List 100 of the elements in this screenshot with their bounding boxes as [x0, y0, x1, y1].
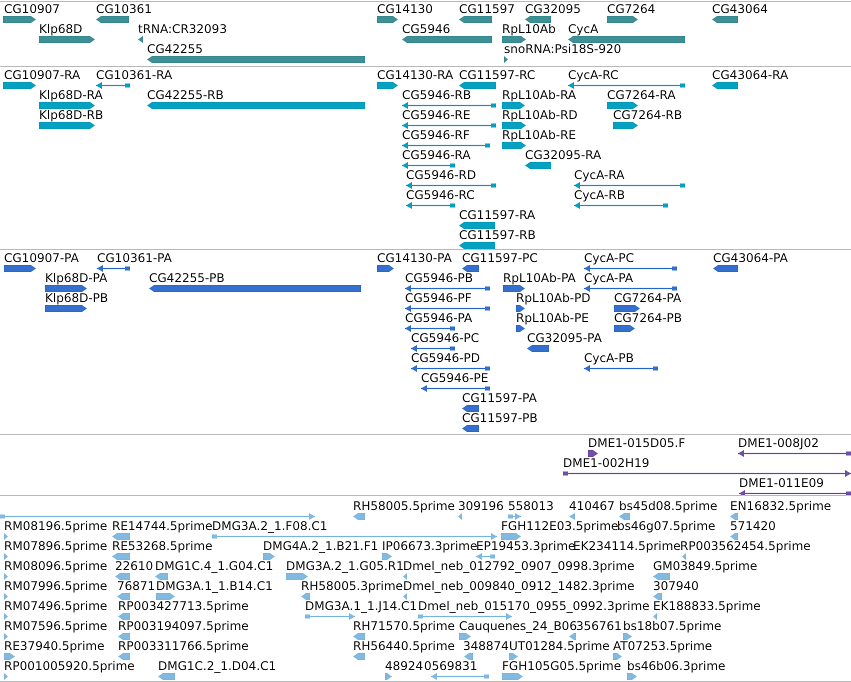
est-glyph[interactable]: [653, 613, 657, 620]
gene-glyph[interactable]: [39, 36, 95, 43]
transcript-glyph[interactable]: [406, 202, 455, 209]
clone-glyph[interactable]: [738, 450, 851, 457]
transcript-glyph[interactable]: [459, 242, 495, 249]
transcript-glyph[interactable]: [402, 162, 455, 169]
est-glyph[interactable]: [4, 553, 8, 560]
est-glyph[interactable]: [156, 593, 175, 600]
est-glyph[interactable]: [4, 633, 8, 640]
clone-glyph[interactable]: [563, 470, 851, 477]
protein-glyph[interactable]: [4, 265, 36, 272]
est-glyph[interactable]: [117, 593, 130, 600]
est-glyph[interactable]: [569, 633, 576, 640]
transcript-glyph[interactable]: [402, 122, 496, 129]
protein-glyph[interactable]: [411, 345, 455, 352]
gene-glyph[interactable]: [525, 16, 551, 23]
protein-glyph[interactable]: [527, 345, 549, 352]
est-glyph[interactable]: [0, 513, 315, 520]
est-glyph[interactable]: [305, 613, 355, 620]
est-glyph[interactable]: [613, 653, 622, 660]
transcript-glyph[interactable]: [568, 82, 685, 89]
protein-glyph[interactable]: [503, 285, 525, 292]
protein-glyph[interactable]: [377, 265, 394, 272]
protein-glyph[interactable]: [405, 285, 490, 292]
protein-glyph[interactable]: [713, 265, 738, 272]
est-glyph[interactable]: [653, 593, 662, 600]
clone-glyph[interactable]: [739, 490, 851, 495]
est-glyph[interactable]: [476, 553, 495, 560]
protein-glyph[interactable]: [462, 405, 479, 412]
protein-glyph[interactable]: [97, 265, 130, 272]
protein-glyph[interactable]: [584, 265, 677, 272]
gene-glyph[interactable]: [377, 16, 398, 23]
transcript-glyph[interactable]: [613, 122, 638, 129]
transcript-glyph[interactable]: [607, 102, 638, 109]
est-glyph[interactable]: [431, 673, 489, 680]
transcript-glyph[interactable]: [502, 142, 526, 149]
transcript-glyph[interactable]: [502, 102, 525, 109]
transcript-glyph[interactable]: [377, 82, 398, 89]
est-glyph[interactable]: [263, 553, 275, 560]
gene-glyph[interactable]: [459, 16, 492, 23]
est-glyph[interactable]: [509, 653, 518, 660]
est-glyph[interactable]: [118, 613, 130, 620]
est-glyph[interactable]: [155, 573, 168, 580]
est-glyph[interactable]: [418, 613, 512, 620]
est-glyph[interactable]: [118, 653, 130, 660]
est-glyph[interactable]: [118, 633, 130, 640]
protein-glyph[interactable]: [405, 305, 490, 312]
gene-glyph[interactable]: [568, 36, 685, 43]
protein-glyph[interactable]: [462, 265, 479, 272]
est-glyph[interactable]: [502, 673, 523, 680]
gene-glyph[interactable]: [3, 16, 36, 23]
est-glyph[interactable]: [501, 533, 521, 540]
est-glyph[interactable]: [458, 513, 462, 520]
gene-glyph[interactable]: [504, 56, 508, 63]
transcript-glyph[interactable]: [574, 182, 685, 189]
est-glyph[interactable]: [353, 653, 365, 660]
est-glyph[interactable]: [403, 573, 407, 580]
est-glyph[interactable]: [382, 553, 392, 560]
est-glyph[interactable]: [385, 673, 392, 680]
transcript-glyph[interactable]: [39, 102, 95, 109]
transcript-glyph[interactable]: [96, 82, 130, 89]
protein-glyph[interactable]: [516, 325, 525, 332]
est-glyph[interactable]: [619, 513, 630, 520]
est-glyph[interactable]: [4, 533, 8, 540]
transcript-glyph[interactable]: [402, 142, 490, 149]
transcript-glyph[interactable]: [712, 82, 738, 89]
gene-glyph[interactable]: [96, 16, 129, 23]
est-glyph[interactable]: [301, 593, 310, 600]
protein-glyph[interactable]: [421, 385, 490, 392]
est-glyph[interactable]: [569, 513, 575, 520]
est-glyph[interactable]: [115, 573, 130, 580]
transcript-glyph[interactable]: [459, 222, 495, 229]
protein-glyph[interactable]: [45, 285, 87, 292]
protein-glyph[interactable]: [614, 305, 640, 312]
est-glyph[interactable]: [464, 653, 473, 660]
est-glyph[interactable]: [653, 573, 670, 580]
est-glyph[interactable]: [4, 613, 8, 620]
gene-glyph[interactable]: [402, 36, 492, 43]
protein-glyph[interactable]: [584, 285, 677, 292]
est-glyph[interactable]: [4, 653, 15, 660]
est-glyph[interactable]: [459, 633, 471, 640]
est-glyph[interactable]: [112, 533, 130, 540]
protein-glyph[interactable]: [584, 365, 658, 372]
est-glyph[interactable]: [682, 553, 686, 560]
transcript-glyph[interactable]: [574, 202, 668, 209]
gene-glyph[interactable]: [138, 36, 143, 43]
protein-glyph[interactable]: [614, 325, 635, 332]
transcript-glyph[interactable]: [459, 82, 496, 89]
est-glyph[interactable]: [627, 673, 637, 680]
est-glyph[interactable]: [730, 513, 738, 520]
est-glyph[interactable]: [286, 573, 308, 580]
transcript-glyph[interactable]: [502, 122, 526, 129]
protein-glyph[interactable]: [462, 425, 479, 432]
est-glyph[interactable]: [4, 673, 8, 680]
protein-glyph[interactable]: [411, 365, 490, 372]
est-glyph[interactable]: [353, 513, 365, 520]
gene-glyph[interactable]: [607, 16, 638, 23]
est-glyph[interactable]: [4, 573, 8, 580]
est-glyph[interactable]: [212, 533, 497, 540]
est-glyph[interactable]: [4, 593, 8, 600]
